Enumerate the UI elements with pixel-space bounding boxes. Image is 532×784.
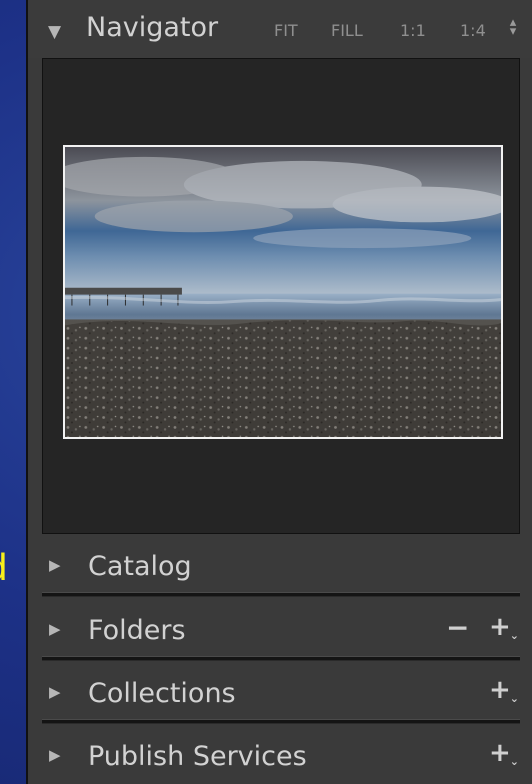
navigator-header[interactable]: ▼ Navigator FIT FILL 1:1 1:4 ▴ ▾ [28,0,532,58]
catalog-title[interactable]: Catalog [88,553,192,580]
navigator-preview[interactable] [42,58,520,534]
triangle-right-icon[interactable]: ▶ [49,685,61,700]
folders-title[interactable]: Folders [88,617,186,644]
zoom-fit-button[interactable]: FIT [274,23,298,39]
minus-icon[interactable]: − [446,614,469,642]
navigator-title[interactable]: Navigator [86,14,218,41]
triangle-right-icon[interactable]: ▶ [49,558,61,573]
publish-services-title[interactable]: Publish Services [88,743,307,770]
landscape-photo [65,147,501,437]
photo-thumbnail[interactable] [63,145,503,439]
folders-section[interactable]: ▶ Folders − +⌄ [28,602,532,658]
zoom-1-1-button[interactable]: 1:1 [400,23,426,39]
side-caption-text: d [0,548,7,588]
collections-section[interactable]: ▶ Collections +⌄ [28,665,532,721]
collections-title[interactable]: Collections [88,680,236,707]
triangle-down-icon[interactable]: ▼ [48,24,61,41]
triangle-right-icon[interactable]: ▶ [49,748,61,763]
triangle-right-icon[interactable]: ▶ [49,622,61,637]
publish-services-section[interactable]: ▶ Publish Services +⌄ [28,728,532,784]
plus-icon[interactable]: +⌄ [489,740,520,767]
plus-icon[interactable]: +⌄ [489,614,520,641]
catalog-section[interactable]: ▶ Catalog [28,538,532,594]
left-panel: ▼ Navigator FIT FILL 1:1 1:4 ▴ ▾ ▶ Catal… [26,0,532,784]
plus-icon[interactable]: +⌄ [489,677,520,704]
up-down-arrows-icon[interactable]: ▴ ▾ [507,16,519,38]
zoom-fill-button[interactable]: FILL [331,23,363,39]
zoom-1-4-button[interactable]: 1:4 [460,23,486,39]
